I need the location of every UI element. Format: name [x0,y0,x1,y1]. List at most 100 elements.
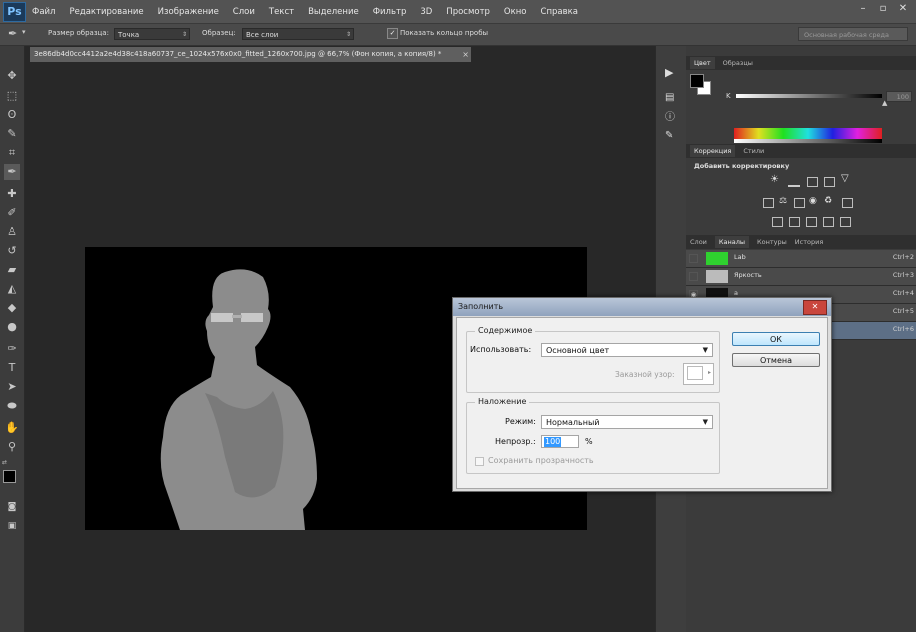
channel-mixer-icon[interactable]: ♻ [824,196,832,206]
k-value-field[interactable]: 100 [886,91,912,102]
eyedropper-tool-icon[interactable]: ✒ [4,164,20,180]
content-group: Содержимое Использовать: Основной цвет ▼… [466,326,720,393]
sample-select[interactable]: Все слои ⇕ [242,28,354,40]
type-tool-icon[interactable]: T [4,360,20,376]
color-lookup-icon[interactable] [842,198,853,208]
tab-adjustments[interactable]: Коррекция [690,145,736,157]
channel-row[interactable]: Lab Ctrl+2 [686,250,916,268]
color-balance-icon[interactable]: ⚖ [779,196,787,206]
levels-icon[interactable] [788,177,800,187]
visibility-toggle[interactable] [689,272,698,281]
document-tab[interactable]: 3e86db4d0cc4412a2e4d38c418a60737_ce_1024… [30,47,471,62]
dodge-tool-icon[interactable]: ● [4,319,20,335]
play-action-icon[interactable]: ▶ [665,66,673,79]
menu-3d[interactable]: 3D [420,7,432,17]
channel-row[interactable]: Яркость Ctrl+3 [686,268,916,286]
cancel-button[interactable]: Отмена [732,353,820,367]
hand-tool-icon[interactable]: ✋ [4,420,20,436]
lasso-tool-icon[interactable]: ʘ [4,107,20,123]
k-slider-track[interactable] [736,94,882,98]
visibility-toggle[interactable] [689,254,698,263]
tab-styles[interactable]: Стили [743,147,764,155]
opacity-input[interactable]: 100 [541,435,579,448]
color-panel-foreground-swatch[interactable] [690,74,704,88]
crop-tool-icon[interactable]: ⌗ [4,145,20,161]
menu-select[interactable]: Выделение [308,7,359,17]
paint-bucket-tool-icon[interactable]: ◭ [4,281,20,297]
menu-window[interactable]: Окно [504,7,527,17]
brush-tool-icon[interactable]: ✐ [4,205,20,221]
eraser-tool-icon[interactable]: ▰ [4,262,20,278]
healing-brush-tool-icon[interactable]: ✚ [4,186,20,202]
gradient-map-icon[interactable] [823,217,834,227]
grayscale-bar[interactable] [734,139,882,143]
blur-tool-icon[interactable]: ◆ [4,300,20,316]
menu-type[interactable]: Текст [269,7,294,17]
swap-colors-icon[interactable]: ⇄ [2,459,7,466]
mode-select[interactable]: Нормальный ▼ [541,415,713,429]
mode-label: Режим: [505,417,536,426]
quick-mask-icon[interactable]: ◙ [4,499,20,515]
sample-size-select[interactable]: Точка ⇕ [114,28,190,40]
brightness-contrast-icon[interactable]: ☀ [770,174,779,185]
use-select[interactable]: Основной цвет ▼ [541,343,713,357]
quick-select-tool-icon[interactable]: ✎ [4,126,20,142]
foreground-color-swatch[interactable] [3,470,16,483]
menu-bar: Ps Файл Редактирование Изображение Слои … [0,0,916,24]
vibrance-icon[interactable]: ▽ [841,173,849,184]
photo-filter-icon[interactable]: ◉ [809,196,817,206]
maximize-button[interactable]: ▫ [876,3,890,14]
tab-color[interactable]: Цвет [690,57,715,69]
zoom-tool-icon[interactable]: ⚲ [4,439,20,455]
ellipse-tool-icon[interactable]: ⬬ [4,398,20,414]
preserve-transparency-checkbox[interactable] [475,457,484,466]
menu-edit[interactable]: Редактирование [69,7,143,17]
workspace-select[interactable]: Основная рабочая среда [798,27,908,41]
content-group-title: Содержимое [475,326,536,335]
marquee-tool-icon[interactable]: ⬚ [4,88,20,104]
dialog-close-button[interactable]: ✕ [803,300,827,315]
ok-button[interactable]: ОК [732,332,820,346]
menu-view[interactable]: Просмотр [446,7,490,17]
close-window-button[interactable]: ✕ [896,3,910,14]
curves-icon[interactable] [807,177,818,187]
close-document-icon[interactable]: × [462,47,469,62]
exposure-icon[interactable] [824,177,835,187]
pen-tool-icon[interactable]: ✑ [4,341,20,357]
dialog-body: Содержимое Использовать: Основной цвет ▼… [456,317,828,489]
clone-stamp-tool-icon[interactable]: ♙ [4,224,20,240]
dialog-titlebar[interactable]: Заполнить ✕ [453,298,831,316]
path-selection-tool-icon[interactable]: ➤ [4,379,20,395]
history-brush-tool-icon[interactable]: ↺ [4,243,20,259]
menu-layers[interactable]: Слои [233,7,255,17]
color-spectrum-bar[interactable] [734,128,882,139]
tool-preset-chevron-icon[interactable]: ▾ [22,28,26,36]
black-white-icon[interactable] [794,198,805,208]
show-ring-checkbox[interactable]: ✓ [387,28,398,39]
posterize-icon[interactable] [789,217,800,227]
menu-help[interactable]: Справка [541,7,578,17]
info-icon[interactable]: ⓘ [665,108,675,123]
menu-filter[interactable]: Фильтр [373,7,407,17]
selective-color-icon[interactable] [840,217,851,227]
tab-channels[interactable]: Каналы [714,236,750,248]
tools-panel: ✥ ⬚ ʘ ✎ ⌗ ✒ ✚ ✐ ♙ ↺ ▰ ◭ ◆ ● ✑ T ➤ ⬬ ✋ ⚲ … [0,46,25,632]
threshold-icon[interactable] [806,217,817,227]
sample-value: Все слои [246,31,279,39]
hue-saturation-icon[interactable] [763,198,774,208]
screen-mode-icon[interactable]: ▣ [4,518,20,534]
move-tool-icon[interactable]: ✥ [4,68,20,84]
menu-file[interactable]: Файл [32,7,55,17]
histogram-icon[interactable]: ▤ [665,92,674,103]
tab-layers[interactable]: Слои [690,238,707,246]
invert-icon[interactable] [772,217,783,227]
brush-presets-icon[interactable]: ✎ [665,130,673,141]
eyedropper-tool-icon[interactable]: ✒ [8,27,17,40]
channel-thumbnail [706,270,728,283]
show-ring-label: Показать кольцо пробы [400,29,489,37]
tab-history[interactable]: История [795,238,823,246]
tab-paths[interactable]: Контуры [757,238,787,246]
minimize-button[interactable]: – [856,3,870,14]
tab-swatches[interactable]: Образцы [723,59,753,67]
menu-image[interactable]: Изображение [158,7,219,17]
